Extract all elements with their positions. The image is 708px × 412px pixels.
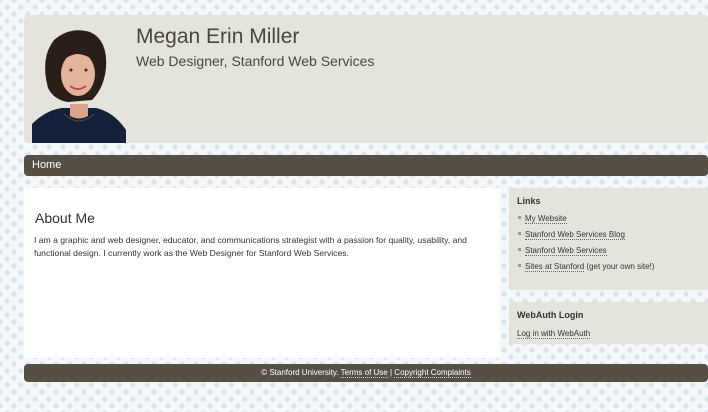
list-item: My Website: [518, 213, 654, 229]
list-item: Stanford Web Services Blog: [518, 229, 654, 245]
links-block: Links My Website Stanford Web Services B…: [509, 188, 708, 290]
site-slogan: Web Designer, Stanford Web Services: [136, 53, 375, 69]
bullet-icon: [518, 264, 521, 268]
link-note: (get your own site!): [584, 262, 655, 271]
terms-of-use-link[interactable]: Terms of Use: [340, 368, 388, 378]
page-title: About Me: [35, 210, 95, 226]
nav-home-link[interactable]: Home: [32, 159, 61, 171]
bullet-icon: [518, 248, 521, 252]
bullet-icon: [518, 216, 521, 220]
about-text: I am a graphic and web designer, educato…: [34, 235, 467, 259]
bullet-icon: [518, 232, 521, 236]
webauth-block-title: WebAuth Login: [517, 310, 584, 320]
site-footer: © Stanford University. Terms of Use | Co…: [24, 364, 708, 382]
link-sws-blog[interactable]: Stanford Web Services Blog: [525, 230, 625, 240]
site-name[interactable]: Megan Erin Miller: [136, 25, 299, 49]
links-list: My Website Stanford Web Services Blog St…: [518, 213, 654, 277]
link-sws[interactable]: Stanford Web Services: [525, 246, 607, 256]
link-sites-at-stanford[interactable]: Sites at Stanford: [525, 262, 585, 272]
copyright-complaints-link[interactable]: Copyright Complaints: [394, 368, 471, 378]
footer-separator: |: [389, 368, 393, 377]
link-my-website[interactable]: My Website: [525, 214, 567, 224]
webauth-login-link[interactable]: Log in with WebAuth: [517, 329, 591, 339]
main-content: About Me I am a graphic and web designer…: [24, 188, 500, 358]
webauth-block: WebAuth Login Log in with WebAuth: [509, 302, 708, 344]
profile-photo: [32, 24, 126, 143]
site-header: Megan Erin Miller Web Designer, Stanford…: [24, 15, 708, 143]
main-navigation: Home: [24, 155, 708, 176]
list-item: Stanford Web Services: [518, 245, 654, 261]
links-block-title: Links: [517, 196, 541, 206]
copyright-text: © Stanford University.: [261, 368, 339, 377]
list-item: Sites at Stanford (get your own site!): [518, 261, 654, 277]
